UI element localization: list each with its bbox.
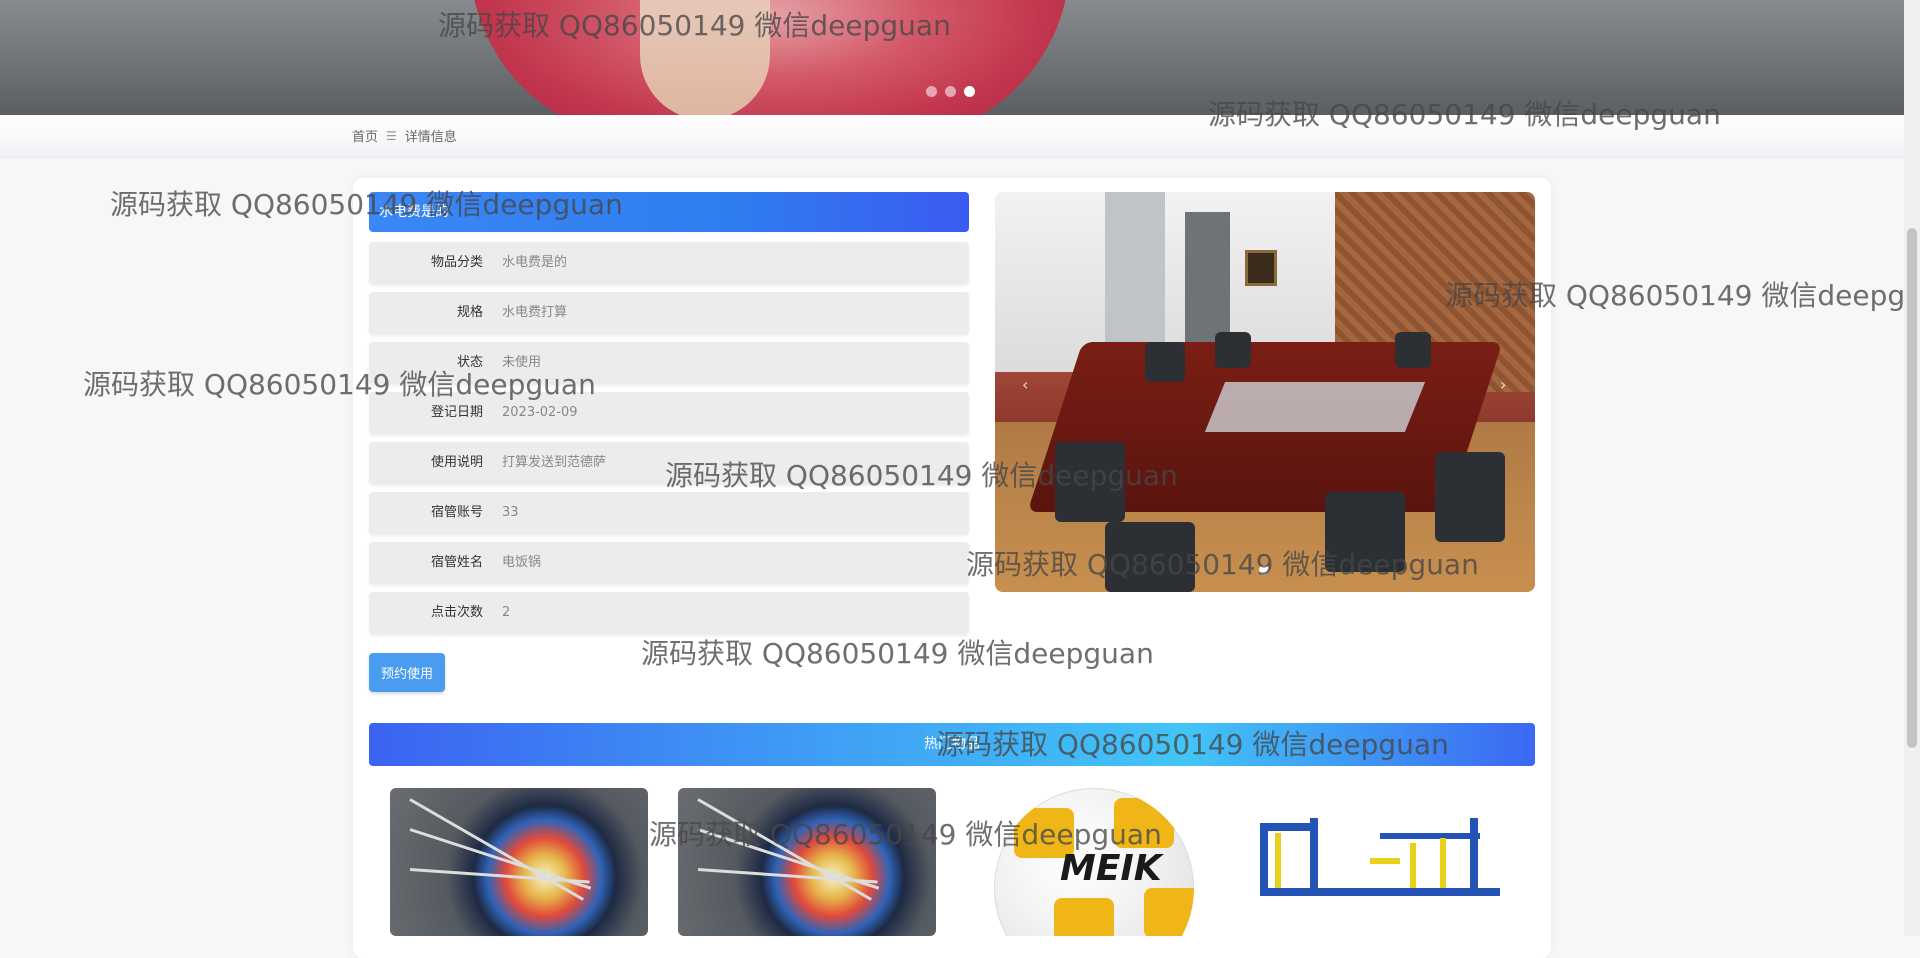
banner-dot-2[interactable] bbox=[945, 86, 956, 97]
equipment-yellow-part bbox=[1440, 838, 1446, 888]
field-value: 电饭锅 bbox=[502, 555, 542, 570]
banner-image bbox=[470, 0, 1070, 115]
field-value: 33 bbox=[502, 505, 519, 520]
gallery-photo-window bbox=[1105, 192, 1165, 362]
banner-image-detail bbox=[640, 0, 770, 115]
equipment-frame bbox=[1260, 823, 1268, 893]
gallery-photo-table-glass bbox=[1204, 382, 1426, 432]
gallery-indicators bbox=[1259, 565, 1269, 575]
gallery-photo-chair bbox=[1055, 442, 1125, 522]
field-value: 2023-02-09 bbox=[502, 405, 578, 420]
equipment-yellow-part bbox=[1410, 843, 1416, 888]
breadcrumb-separator-icon: ☰ bbox=[386, 128, 397, 143]
hot-item-card[interactable]: MEIK bbox=[984, 788, 1242, 936]
ball-patch bbox=[1114, 798, 1174, 848]
gallery-photo-chair bbox=[1105, 522, 1195, 592]
hot-item-card[interactable] bbox=[678, 788, 936, 936]
football-image: MEIK bbox=[994, 788, 1194, 936]
banner-dot-3[interactable] bbox=[964, 86, 975, 97]
field-row-manager-name: 宿管姓名 电饭锅 bbox=[369, 542, 969, 584]
carousel-next-icon[interactable]: › bbox=[1500, 375, 1506, 394]
gallery-photo-chair bbox=[1145, 342, 1185, 382]
gallery-photo-chair bbox=[1325, 492, 1405, 572]
field-label: 宿管姓名 bbox=[430, 555, 483, 570]
field-label: 登记日期 bbox=[430, 405, 483, 420]
ball-patch bbox=[1144, 888, 1194, 936]
banner-dot-1[interactable] bbox=[926, 86, 937, 97]
field-value: 2 bbox=[502, 605, 511, 620]
arrow-graphic bbox=[409, 798, 584, 901]
item-title: 水电费是的 bbox=[369, 192, 969, 232]
gallery-photo-frame bbox=[1245, 250, 1277, 286]
arrow-graphic bbox=[697, 798, 872, 901]
top-banner-carousel[interactable] bbox=[0, 0, 1904, 115]
field-label: 宿管账号 bbox=[430, 505, 483, 520]
breadcrumb-home-link[interactable]: 首页 bbox=[352, 126, 378, 145]
hot-items-header: 热门物品 bbox=[369, 723, 1535, 766]
breadcrumb-bar: 首页 ☰ 详情信息 bbox=[0, 115, 1904, 158]
field-value: 未使用 bbox=[502, 355, 542, 370]
banner-indicators bbox=[926, 86, 975, 97]
ball-patch bbox=[1054, 898, 1114, 936]
item-image-carousel[interactable]: ‹ › bbox=[995, 192, 1535, 592]
field-value: 打算发送到范德萨 bbox=[502, 455, 607, 470]
field-row-date: 登记日期 2023-02-09 bbox=[369, 392, 969, 434]
carousel-prev-icon[interactable]: ‹ bbox=[1022, 375, 1028, 394]
arrow-graphic bbox=[697, 868, 878, 884]
field-value: 水电费打算 bbox=[502, 305, 568, 320]
field-label: 使用说明 bbox=[430, 455, 483, 470]
reserve-button[interactable]: 预约使用 bbox=[369, 653, 445, 692]
breadcrumb: 首页 ☰ 详情信息 bbox=[352, 126, 457, 146]
gallery-photo-chair bbox=[1395, 332, 1431, 368]
field-row-spec: 规格 水电费打算 bbox=[369, 292, 969, 334]
field-label: 物品分类 bbox=[430, 255, 483, 270]
gallery-photo-chair bbox=[1215, 332, 1251, 368]
field-row-instructions: 使用说明 打算发送到范德萨 bbox=[369, 442, 969, 484]
field-row-status: 状态 未使用 bbox=[369, 342, 969, 384]
field-row-category: 物品分类 水电费是的 bbox=[369, 242, 969, 284]
field-label: 点击次数 bbox=[430, 605, 483, 620]
hot-item-card[interactable] bbox=[390, 788, 648, 936]
field-row-click-count: 点击次数 2 bbox=[369, 592, 969, 634]
equipment-frame bbox=[1260, 823, 1318, 831]
field-row-manager-account: 宿管账号 33 bbox=[369, 492, 969, 534]
gallery-photo-curtain bbox=[1185, 212, 1230, 352]
field-label: 状态 bbox=[456, 355, 483, 370]
field-value: 水电费是的 bbox=[502, 255, 568, 270]
scrollbar-thumb[interactable] bbox=[1907, 228, 1917, 748]
hot-item-card[interactable] bbox=[1250, 788, 1508, 936]
ball-brand-logo: MEIK bbox=[1060, 848, 1162, 889]
page-scrollbar[interactable] bbox=[1904, 0, 1920, 936]
breadcrumb-current: 详情信息 bbox=[404, 130, 457, 145]
equipment-yellow-part bbox=[1275, 833, 1281, 888]
arrow-graphic bbox=[409, 868, 590, 884]
gallery-dot-1[interactable] bbox=[1259, 565, 1269, 575]
equipment-frame bbox=[1380, 833, 1480, 839]
gallery-photo-chair bbox=[1435, 452, 1505, 542]
equipment-yellow-part bbox=[1370, 858, 1400, 864]
field-label: 规格 bbox=[456, 305, 483, 320]
equipment-frame bbox=[1260, 888, 1500, 896]
equipment-frame bbox=[1470, 818, 1478, 893]
